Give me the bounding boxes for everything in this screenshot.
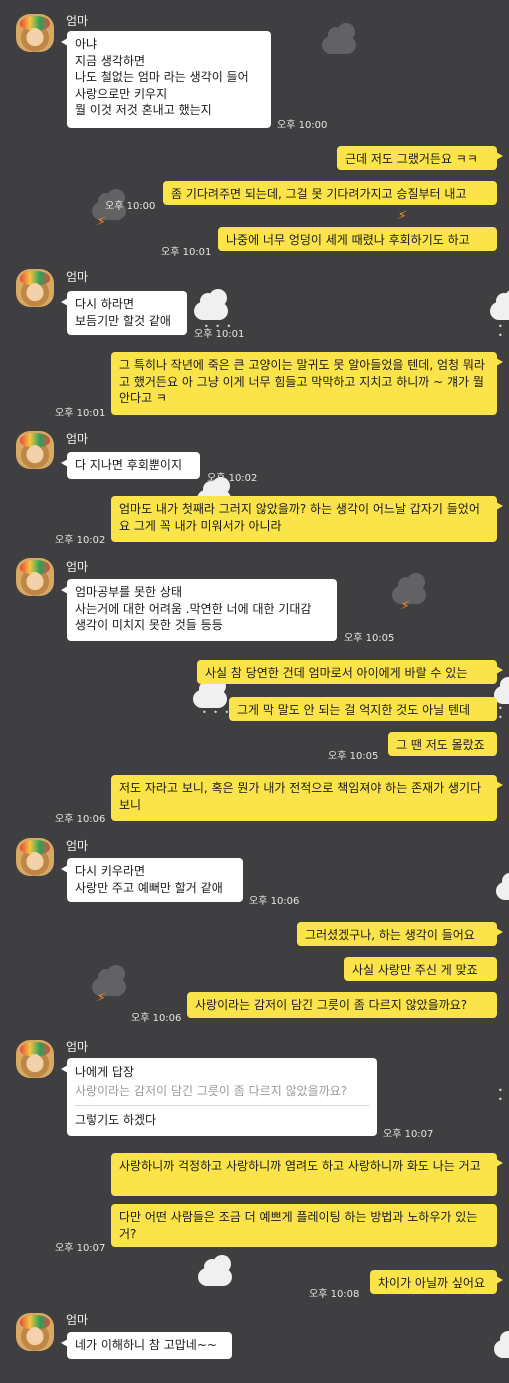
cloud-icon [198, 1255, 232, 1286]
message-bubble[interactable]: 사실 참 당연한 건데 엄마로서 아이에게 바랄 수 있는 [197, 660, 503, 684]
message-time: 오후 10:01 [55, 408, 106, 419]
message-line: 뭘 이것 저것 혼내고 했는지 [75, 103, 212, 117]
message-line: 생각이 미치지 못한 것들 등등 [75, 618, 223, 632]
message-bubble[interactable]: 다 지나면 후회뿐이지 [61, 452, 200, 479]
cloud-icon [193, 677, 227, 708]
cloud-icon [490, 289, 509, 320]
divider [75, 1105, 369, 1106]
avatar-icon[interactable] [16, 431, 54, 469]
message-text: 다만 어떤 사람들은 조금 더 예쁘게 플레이팅 하는 방법과 노하우가 있는 … [119, 1210, 478, 1241]
message-time: 오후 10:08 [309, 1289, 360, 1300]
message-text: 사실 참 당연한 건데 엄마로서 아이에게 바랄 수 있는 [205, 666, 468, 680]
message-text: 차이가 아닐까 싶어요 [378, 1276, 485, 1290]
message-text: 저도 자라고 보니, 혹은 뭔가 내가 전적으로 책임져야 하는 존재가 생기다… [119, 781, 482, 812]
lightning-icon: ⚡ [94, 989, 108, 1007]
message-line: 지금 생각하면 [75, 53, 146, 68]
message-bubble[interactable]: 사랑이라는 감저이 담긴 그릇이 좀 다르지 않았을까요? [187, 992, 497, 1018]
message-text: 그 땐 저도 몰랐죠 [396, 738, 485, 752]
lightning-icon: ⚡ [395, 207, 409, 225]
sender-name: 엄마 [66, 432, 89, 446]
rain-icon: • • [498, 704, 505, 722]
cloud-icon [496, 873, 509, 900]
message-line: 사랑만 주고 예뻐만 할거 같애 [75, 880, 223, 895]
message-line: 사는거에 대한 어려움 .막연한 너에 대한 기대감 [75, 601, 312, 616]
rain-icon: • • • [202, 708, 232, 717]
message-text: 그 특히나 작년에 죽은 큰 고양이는 말귀도 못 알아들었을 텐데, 엄청 뭐… [119, 358, 485, 405]
message-time: 오후 10:02 [207, 473, 258, 484]
message-bubble[interactable]: 좀 기다려주면 되는데, 그걸 못 기다려가지고 승질부터 내고 [163, 181, 497, 205]
message-time: 오후 10:00 [105, 201, 156, 212]
reply-quote[interactable]: 사랑이라는 감저이 담긴 그릇이 좀 다르지 않았을까요? [75, 1083, 369, 1100]
message-time: 오후 10:06 [55, 814, 106, 825]
message-bubble[interactable]: 그 특히나 작년에 죽은 큰 고양이는 말귀도 못 알아들었을 텐데, 엄청 뭐… [111, 352, 503, 415]
message-text: 그렇기도 하겠다 [75, 1113, 157, 1127]
message-text: 근데 저도 그랬거든요 ㅋㅋ [345, 152, 478, 166]
message-text: 좀 기다려주면 되는데, 그걸 못 기다려가지고 승질부터 내고 [171, 187, 467, 201]
sender-name: 엄마 [66, 1313, 89, 1327]
sender-name: 엄마 [66, 839, 89, 853]
message-time: 오후 10:05 [328, 751, 379, 762]
message-line: 다시 키우라면 [75, 864, 146, 878]
message-time: 오후 10:06 [131, 1013, 182, 1024]
message-line: 다시 하라면 [75, 297, 135, 311]
message-time: 오후 10:01 [161, 247, 212, 258]
message-bubble[interactable]: 근데 저도 그랬거든요 ㅋㅋ [337, 146, 503, 170]
message-bubble[interactable]: 사실 사랑만 주신 게 맞죠 [344, 957, 497, 981]
message-line: 엄마공부를 못한 상태 [75, 585, 182, 599]
message-bubble[interactable]: 그러셨겠구나, 하는 생각이 들어요 [297, 922, 503, 946]
lightning-icon: ⚡ [398, 597, 412, 615]
message-line: 다 지나면 후회뿐이지 [75, 458, 182, 472]
message-time: 오후 10:02 [55, 535, 106, 546]
avatar-icon[interactable] [16, 838, 54, 876]
lightning-icon: ⚡ [94, 213, 108, 231]
sender-name: 엄마 [66, 1040, 89, 1054]
message-bubble[interactable]: 저도 자라고 보니, 혹은 뭔가 내가 전적으로 책임져야 하는 존재가 생기다… [111, 775, 503, 821]
message-text: 나중에 너무 엉덩이 세게 때렸나 후회하기도 하고 [226, 233, 470, 247]
sender-name: 엄마 [66, 560, 89, 574]
rain-icon: • • [498, 1086, 505, 1104]
message-line: 나도 철없는 엄마 라는 생각이 들어 [75, 70, 249, 84]
avatar-icon[interactable] [16, 1313, 54, 1351]
message-text: 사실 사랑만 주신 게 맞죠 [352, 963, 478, 977]
message-time: 오후 10:07 [383, 1129, 434, 1140]
avatar-icon[interactable] [16, 558, 54, 596]
message-line: 네가 이해하니 참 고맙네~~ [75, 1338, 217, 1352]
message-bubble[interactable]: 그 땐 저도 몰랐죠 [388, 732, 497, 756]
message-line: 보듬기만 할것 같애 [75, 313, 171, 328]
message-bubble[interactable]: 아냐 지금 생각하면 나도 철없는 엄마 라는 생각이 들어 사랑으로만 키우지… [61, 31, 271, 128]
avatar-icon[interactable] [16, 269, 54, 307]
message-bubble[interactable]: 다시 키우라면 사랑만 주고 예뻐만 할거 같애 [61, 858, 243, 902]
message-time: 오후 10:07 [55, 1243, 106, 1254]
message-bubble[interactable]: 엄마도 내가 첫째라 그러지 않았을까? 하는 생각이 어느날 갑자기 들었어요… [111, 496, 503, 542]
message-time: 오후 10:06 [249, 896, 300, 907]
message-time: 오후 10:01 [194, 329, 245, 340]
sender-name: 엄마 [66, 14, 89, 28]
sender-name: 엄마 [66, 270, 89, 284]
message-bubble[interactable]: 다시 하라면 보듬기만 할것 같애 [61, 291, 187, 335]
message-bubble[interactable]: 차이가 아닐까 싶어요 [370, 1270, 503, 1294]
rain-icon: • • [498, 322, 505, 340]
message-text: 그게 막 말도 안 되는 걸 억지한 것도 아닐 텐데 [237, 703, 471, 717]
message-time: 오후 10:00 [277, 120, 328, 131]
cloud-icon [322, 23, 356, 54]
message-bubble[interactable]: 나중에 너무 엉덩이 세게 때렸나 후회하기도 하고 [218, 227, 497, 251]
message-text: 사랑하니까 걱정하고 사랑하니까 염려도 하고 사랑하니까 화도 나는 거고 [119, 1159, 481, 1173]
avatar-icon[interactable] [16, 1040, 54, 1078]
cloud-icon [494, 1331, 509, 1358]
message-bubble[interactable]: 그게 막 말도 안 되는 걸 억지한 것도 아닐 텐데 [229, 697, 497, 721]
avatar-icon[interactable] [16, 14, 54, 52]
message-bubble[interactable]: 네가 이해하니 참 고맙네~~ [61, 1332, 232, 1359]
message-bubble[interactable]: 사랑하니까 걱정하고 사랑하니까 염려도 하고 사랑하니까 화도 나는 거고 [111, 1153, 503, 1196]
reply-label: 나에게 답장 [75, 1065, 135, 1079]
message-bubble[interactable]: 엄마공부를 못한 상태 사는거에 대한 어려움 .막연한 너에 대한 기대감 생… [61, 579, 337, 641]
message-text: 엄마도 내가 첫째라 그러지 않았을까? 하는 생각이 어느날 갑자기 들었어요… [119, 502, 480, 533]
message-line: 사랑으로만 키우지 [75, 86, 168, 101]
message-time: 오후 10:05 [344, 633, 395, 644]
cloud-icon [194, 289, 228, 320]
message-bubble[interactable]: 다만 어떤 사람들은 조금 더 예쁘게 플레이팅 하는 방법과 노하우가 있는 … [111, 1204, 497, 1247]
reply-bubble[interactable]: 나에게 답장 사랑이라는 감저이 담긴 그릇이 좀 다르지 않았을까요? 그렇기… [61, 1058, 377, 1136]
message-line: 아냐 [75, 37, 98, 51]
message-text: 사랑이라는 감저이 담긴 그릇이 좀 다르지 않았을까요? [195, 998, 468, 1012]
message-text: 그러셨겠구나, 하는 생각이 들어요 [305, 928, 475, 942]
